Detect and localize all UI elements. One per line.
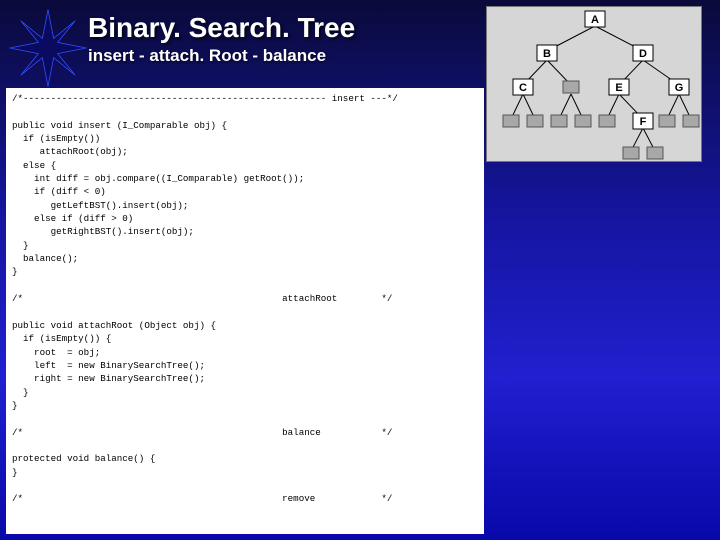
- code-line: /* attachRoot */: [12, 293, 392, 304]
- tree-node-e: E: [615, 82, 622, 94]
- tree-node-a: A: [591, 14, 599, 26]
- code-line: }: [12, 400, 18, 411]
- code-line: }: [12, 240, 29, 251]
- code-line: balance();: [12, 253, 78, 264]
- code-line: int diff = obj.compare((I_Comparable) ge…: [12, 173, 304, 184]
- code-line: /* balance */: [12, 427, 392, 438]
- code-line: else if (diff > 0): [12, 213, 133, 224]
- code-line: getLeftBST().insert(obj);: [12, 200, 188, 211]
- code-line: attachRoot(obj);: [12, 146, 128, 157]
- code-line: getRightBST().insert(obj);: [12, 226, 194, 237]
- code-line: root = obj;: [12, 347, 100, 358]
- code-line: }: [12, 387, 29, 398]
- code-line: public void insert (I_Comparable obj) {: [12, 120, 227, 131]
- tree-node-c: C: [519, 82, 527, 94]
- code-line: if (isEmpty()): [12, 133, 100, 144]
- tree-diagram: A B D C E G F: [486, 6, 702, 162]
- code-line: if (diff < 0): [12, 186, 106, 197]
- code-line: protected void balance() {: [12, 453, 155, 464]
- code-line: /* remove */: [12, 493, 392, 504]
- code-listing: /*--------------------------------------…: [6, 88, 484, 534]
- code-line: }: [12, 467, 18, 478]
- tree-node-b: B: [543, 48, 551, 60]
- code-line: left = new BinarySearchTree();: [12, 360, 205, 371]
- code-line: else {: [12, 160, 56, 171]
- code-line: right = new BinarySearchTree();: [12, 373, 205, 384]
- tree-node-f: F: [640, 116, 647, 128]
- code-line: if (isEmpty()) {: [12, 333, 111, 344]
- code-line: }: [12, 266, 18, 277]
- tree-node-g: G: [675, 82, 684, 94]
- code-line: /*--------------------------------------…: [12, 93, 398, 104]
- code-line: public void attachRoot (Object obj) {: [12, 320, 216, 331]
- tree-node-d: D: [639, 48, 647, 60]
